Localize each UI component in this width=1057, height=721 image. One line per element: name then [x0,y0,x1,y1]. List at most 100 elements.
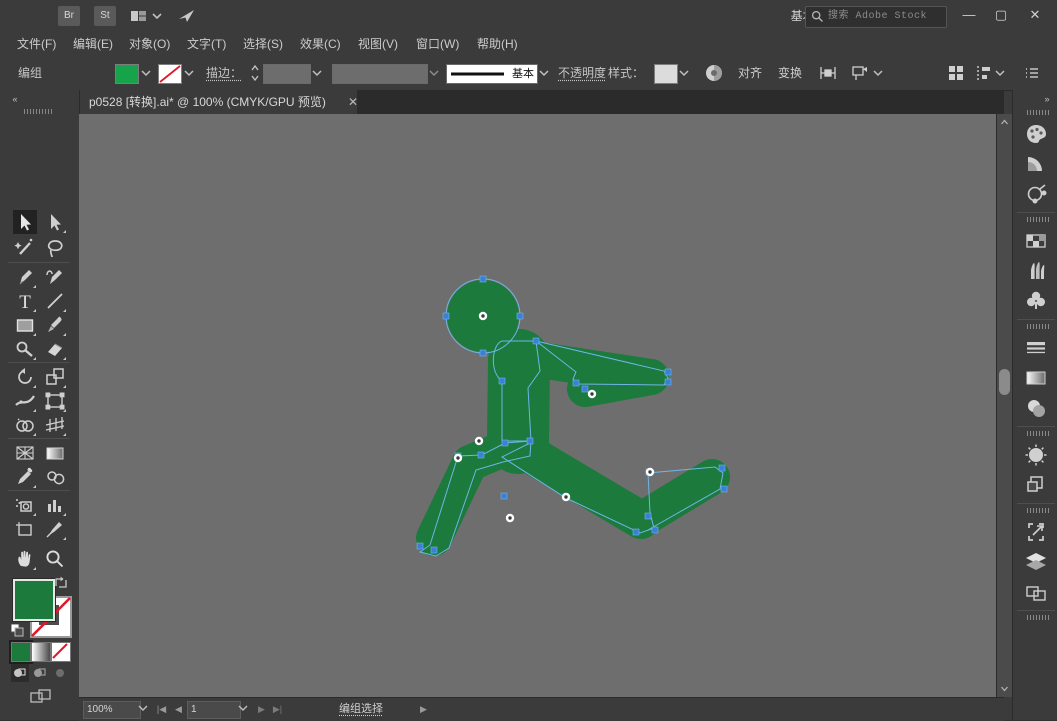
swatches-panel-icon[interactable] [1022,227,1050,255]
tool-scale[interactable] [43,365,67,389]
panel-options-icon[interactable] [1022,63,1042,83]
tool-magic-wand[interactable] [13,236,37,260]
distribute-chevron-down-icon[interactable] [994,69,1006,77]
appearance-panel-icon[interactable] [1022,441,1050,469]
tool-blend[interactable] [43,465,67,489]
tool-column-graph[interactable] [43,493,67,517]
menu-select[interactable]: 选择(S) [236,32,290,56]
opacity-label[interactable]: 不透明度 [558,56,606,90]
color-mode-gradient-button[interactable] [31,642,51,662]
arrange-documents-icon[interactable] [128,6,150,26]
tool-rotate[interactable] [13,365,37,389]
dock-group-grip-2[interactable] [1027,217,1049,222]
tool-eraser[interactable] [43,337,67,361]
toolbar-collapse-double-chevron-left-icon[interactable]: « [5,93,25,106]
dock-group-grip-5[interactable] [1027,508,1049,513]
menu-file[interactable]: 文件(F) [10,32,63,56]
tool-slice[interactable] [43,517,67,541]
artboards-panel-icon[interactable] [1022,578,1050,606]
pathfinder-panel-icon[interactable] [1022,471,1050,499]
stroke-weight-label[interactable]: 描边： [206,56,242,90]
color-panel-icon[interactable] [1022,120,1050,148]
menu-help[interactable]: 帮助(H) [470,32,525,56]
tool-rectangle[interactable] [13,313,37,337]
stroke-weight-chevron-down-icon[interactable] [311,69,323,77]
document-tab-close-icon[interactable]: ✕ [345,90,361,114]
artboard-number-input[interactable]: 1 [187,701,241,719]
previous-artboard-icon[interactable]: ◀ [172,702,185,716]
menu-type[interactable]: 文字(T) [180,32,233,56]
dock-group-grip-1[interactable] [1027,110,1049,115]
tool-symbol-sprayer[interactable] [13,493,37,517]
minimize-button[interactable]: — [955,2,983,28]
gradient-panel-icon[interactable] [1022,364,1050,392]
color-guide-panel-icon[interactable] [1022,150,1050,178]
arrange-chevron-down-icon[interactable] [150,6,164,26]
asset-export-panel-icon[interactable] [1022,518,1050,546]
dock-group-grip-6[interactable] [1027,615,1049,620]
menu-effect[interactable]: 效果(C) [293,32,348,56]
stroke-chevron-down-icon[interactable] [183,69,195,77]
graphic-styles-panel-icon[interactable] [1022,287,1050,315]
toolbar-grip[interactable] [24,109,54,114]
tool-gradient[interactable] [43,441,67,465]
status-indicator[interactable]: 编组选择 [339,698,383,721]
menu-object[interactable]: 对象(O) [122,32,177,56]
bridge-button[interactable]: Br [58,6,80,26]
document-tab[interactable]: p0528 [转换].ai* @ 100% (CMYK/GPU 预览) [79,90,357,114]
tool-line-segment[interactable] [43,289,67,313]
tool-perspective-grid[interactable] [43,413,67,437]
close-button[interactable]: ✕ [1021,2,1049,28]
canvas-vertical-scrollbar[interactable] [996,114,1012,697]
vertical-scroll-thumb[interactable] [999,369,1010,395]
tool-width[interactable] [13,389,37,413]
tool-type[interactable]: T [13,289,37,313]
dock-group-grip-4[interactable] [1027,431,1049,436]
tool-mesh[interactable] [13,441,37,465]
tool-hand[interactable] [13,547,37,571]
tool-free-transform[interactable] [43,389,67,413]
brush-definition-select[interactable]: 基本 [446,64,538,84]
next-artboard-icon[interactable]: ▶ [255,702,268,716]
swap-fill-stroke-icon[interactable] [54,576,68,590]
artboard-canvas[interactable] [79,114,1004,697]
brushes-panel-icon[interactable] [1022,257,1050,285]
scroll-up-icon[interactable] [1000,118,1009,127]
first-artboard-icon[interactable]: |◀ [155,702,168,716]
search-input[interactable]: 搜索 Adobe Stock [805,6,947,28]
brush-chevron-down-icon[interactable] [538,69,550,77]
change-screen-mode-icon[interactable] [30,688,52,706]
tool-eyedropper[interactable] [13,465,37,489]
last-artboard-icon[interactable]: ▶| [271,702,284,716]
tool-lasso[interactable] [43,236,67,260]
symbols-panel-icon[interactable] [1022,180,1050,208]
color-mode-none-button[interactable] [51,642,71,662]
mask-chevron-down-icon[interactable] [872,69,884,77]
stroke-weight-input[interactable] [263,64,311,84]
distribute-icon[interactable] [974,63,994,83]
graphic-style-swatch[interactable] [654,64,678,84]
zoom-chevron-down-icon[interactable] [137,704,149,712]
draw-behind-mode-button[interactable] [31,664,49,682]
layers-panel-icon[interactable] [1022,548,1050,576]
menu-edit[interactable]: 编辑(E) [66,32,120,56]
fill-swatch[interactable] [13,579,55,621]
stock-button[interactable]: St [94,6,116,26]
tool-curvature[interactable] [43,265,67,289]
color-mode-solid-button[interactable] [11,642,31,662]
arrange-documents-grid-icon[interactable] [946,63,966,83]
tool-shaper[interactable] [13,337,37,361]
share-icon[interactable] [176,6,198,26]
menu-window[interactable]: 窗口(W) [409,32,466,56]
edit-clipping-path-icon[interactable] [850,63,870,83]
stroke-swatch-button[interactable] [158,64,182,84]
status-menu-arrow-icon[interactable]: ▶ [417,702,430,716]
transparency-panel-icon[interactable] [1022,394,1050,422]
tool-artboard[interactable] [13,517,37,541]
maximize-button[interactable]: ▢ [987,2,1015,28]
default-fill-stroke-icon[interactable] [11,624,24,637]
draw-normal-mode-button[interactable] [11,664,29,682]
transform-button[interactable]: 变换 [778,64,802,82]
fill-swatch-button[interactable] [115,64,139,84]
tool-pen[interactable] [13,265,37,289]
